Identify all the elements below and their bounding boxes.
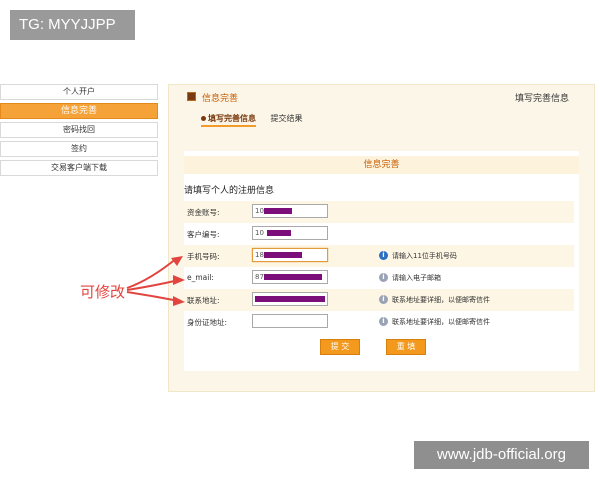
arrow-head xyxy=(173,296,185,306)
step-tabs: 填写完善信息 提交结果 xyxy=(201,113,315,127)
email-value: 87 xyxy=(255,273,264,281)
submit-button[interactable]: 提 交 xyxy=(320,339,360,355)
info-icon: i xyxy=(379,251,388,260)
annotation-arrows xyxy=(126,256,185,306)
menu-item-open-account[interactable]: 个人开户 xyxy=(0,84,158,100)
watermark-bottom-right: www.jdb-official.org xyxy=(414,441,589,469)
arrow-to-address xyxy=(126,291,180,302)
email-label: e_mail: xyxy=(187,273,214,282)
redaction-mark xyxy=(255,296,325,302)
field-row-mobile: 手机号码: 18 i 请输入11位手机号码 xyxy=(184,245,574,267)
mobile-label: 手机号码: xyxy=(187,252,220,261)
address-input[interactable] xyxy=(252,292,328,306)
field-row-client-number: 客户编号: 10 xyxy=(184,223,574,245)
redaction-mark xyxy=(264,252,302,258)
address-hint: 联系地址要详细，以便邮寄信件 xyxy=(392,296,490,304)
id-address-label: 身份证地址: xyxy=(187,318,228,327)
reset-button[interactable]: 重 填 xyxy=(386,339,426,355)
panel-right-title: 填写完善信息 xyxy=(514,94,569,104)
menu-item-sign-contract[interactable]: 签约 xyxy=(0,141,158,157)
field-row-address: 联系地址: i 联系地址要详细，以便邮寄信件 xyxy=(184,289,574,311)
menu-item-password-recovery[interactable]: 密码找回 xyxy=(0,122,158,138)
redaction-mark xyxy=(264,208,292,214)
field-row-email: e_mail: 87 i 请输入电子邮箱 xyxy=(184,267,574,289)
info-icon: i xyxy=(379,273,388,282)
left-menu: 个人开户 信息完善 密码找回 签约 交易客户端下载 xyxy=(0,84,158,179)
redaction-mark xyxy=(267,230,291,236)
redaction-mark xyxy=(264,274,322,280)
tab-submit-result[interactable]: 提交结果 xyxy=(271,113,303,125)
field-row-fund-account: 资金账号: 10 xyxy=(184,201,574,223)
fund-account-label: 资金账号: xyxy=(187,208,220,217)
mobile-hint: 请输入11位手机号码 xyxy=(392,252,457,260)
arrow-head xyxy=(173,275,185,285)
tab-fill-info-label: 填写完善信息 xyxy=(208,114,256,123)
fund-account-input[interactable]: 10 xyxy=(252,204,328,218)
info-form: 信息完善 请填写个人的注册信息 资金账号: 10 客户编号: 10 手机号码: … xyxy=(184,151,579,371)
arrow-to-mobile xyxy=(126,257,178,289)
form-heading: 信息完善 xyxy=(184,156,579,174)
fund-account-value: 10 xyxy=(255,207,264,215)
bullet-icon xyxy=(201,116,206,121)
mobile-input[interactable]: 18 xyxy=(252,248,328,262)
section-square-icon xyxy=(187,92,196,101)
editable-annotation: 可修改 xyxy=(80,283,126,301)
client-number-label: 客户编号: xyxy=(187,230,220,239)
panel-title: 信息完善 xyxy=(202,94,239,104)
info-icon: i xyxy=(379,317,388,326)
menu-item-client-download[interactable]: 交易客户端下载 xyxy=(0,160,158,176)
address-label: 联系地址: xyxy=(187,296,220,305)
client-number-value: 10 xyxy=(255,229,264,237)
email-input[interactable]: 87 xyxy=(252,270,328,284)
tab-fill-info[interactable]: 填写完善信息 xyxy=(201,113,256,127)
id-address-hint: 联系地址要详细，以便邮寄信件 xyxy=(392,318,490,326)
info-icon: i xyxy=(379,295,388,304)
client-number-input[interactable]: 10 xyxy=(252,226,328,240)
email-hint: 请输入电子邮箱 xyxy=(392,274,441,282)
form-subtitle: 请填写个人的注册信息 xyxy=(184,186,275,196)
watermark-top-left: TG: MYYJJPP xyxy=(10,10,135,40)
menu-item-info-complete[interactable]: 信息完善 xyxy=(0,103,158,119)
id-address-input[interactable] xyxy=(252,314,328,328)
main-panel: 信息完善 填写完善信息 填写完善信息 提交结果 信息完善 请填写个人的注册信息 … xyxy=(168,84,595,392)
mobile-value: 18 xyxy=(255,251,264,259)
panel-header: 信息完善 填写完善信息 xyxy=(169,85,594,109)
field-row-id-address: 身份证地址: i 联系地址要详细，以便邮寄信件 xyxy=(184,311,574,333)
